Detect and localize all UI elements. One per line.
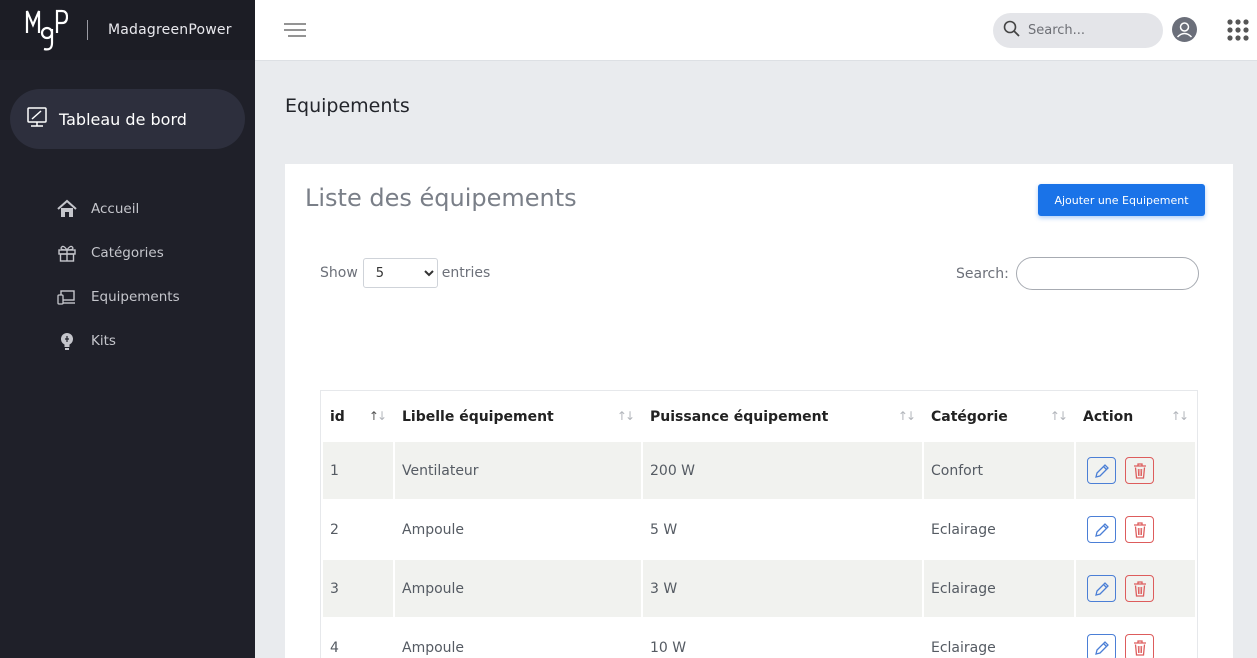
sidebar-item-accueil[interactable]: Accueil xyxy=(57,187,180,231)
cell-actions xyxy=(1076,442,1195,499)
column-header-id[interactable]: id ↑↓ xyxy=(323,393,393,440)
brand-name: MadagreenPower xyxy=(108,22,232,38)
search-icon xyxy=(1003,20,1020,41)
cell-puissance: 200 W xyxy=(643,442,922,499)
top-search-input[interactable] xyxy=(1028,23,1153,38)
cell-categorie: Eclairage xyxy=(924,501,1074,558)
sidebar-item-label: Kits xyxy=(91,333,116,349)
cell-id: 4 xyxy=(323,619,393,658)
sidebar-item-label: Catégories xyxy=(91,245,164,261)
column-header-categorie[interactable]: Catégorie ↑↓ xyxy=(924,393,1074,440)
brand-divider xyxy=(87,20,88,40)
page-size-select[interactable]: 5 xyxy=(362,258,438,288)
card-title: Liste des équipements xyxy=(305,184,577,212)
home-icon xyxy=(57,199,77,219)
topbar xyxy=(255,0,1257,61)
pencil-icon xyxy=(1094,463,1109,478)
table-header-row: id ↑↓ Libelle équipement ↑↓ Puissance équi… xyxy=(323,393,1195,440)
mgp-logo[interactable] xyxy=(24,5,68,55)
sidebar: MadagreenPower Tableau de bord Accueil C… xyxy=(0,0,255,658)
cell-categorie: Eclairage xyxy=(924,619,1074,658)
table-row: 2 Ampoule 5 W Eclairage xyxy=(323,501,1195,558)
cell-libelle: Ventilateur xyxy=(395,442,641,499)
sidebar-item-label: Accueil xyxy=(91,201,140,217)
table-row: 1 Ventilateur 200 W Confort xyxy=(323,442,1195,499)
show-label: Show xyxy=(320,265,358,281)
sidebar-nav: Accueil Catégories Equipements Kits xyxy=(57,187,180,363)
user-avatar-icon[interactable] xyxy=(1172,17,1197,42)
sort-icon: ↑↓ xyxy=(616,409,635,423)
delete-button[interactable] xyxy=(1125,575,1154,602)
equipment-table-wrap: id ↑↓ Libelle équipement ↑↓ Puissance équi… xyxy=(320,390,1198,658)
column-header-puissance[interactable]: Puissance équipement ↑↓ xyxy=(643,393,922,440)
cell-id: 1 xyxy=(323,442,393,499)
delete-button[interactable] xyxy=(1125,634,1154,658)
menu-toggle-icon[interactable] xyxy=(283,22,307,38)
table-search-label: Search: xyxy=(956,265,1009,282)
table-search-input[interactable] xyxy=(1015,257,1199,290)
cell-id: 3 xyxy=(323,560,393,617)
pencil-icon xyxy=(1094,522,1109,537)
cell-actions xyxy=(1076,501,1195,558)
trash-icon xyxy=(1133,639,1146,656)
edit-button[interactable] xyxy=(1087,516,1116,543)
equipment-list-card: Liste des équipements Ajouter une Equipe… xyxy=(285,164,1233,658)
pencil-icon xyxy=(1094,640,1109,655)
lightbulb-icon xyxy=(57,331,77,351)
trash-icon xyxy=(1133,580,1146,597)
sidebar-item-dashboard[interactable]: Tableau de bord xyxy=(10,89,245,149)
delete-button[interactable] xyxy=(1125,457,1154,484)
sidebar-item-categories[interactable]: Catégories xyxy=(57,231,180,275)
sort-icon: ↑↓ xyxy=(897,409,916,423)
delete-button[interactable] xyxy=(1125,516,1154,543)
cell-libelle: Ampoule xyxy=(395,560,641,617)
sort-asc-icon: ↑↓ xyxy=(368,409,387,423)
cell-libelle: Ampoule xyxy=(395,619,641,658)
sidebar-dashboard-label: Tableau de bord xyxy=(59,109,187,129)
pencil-icon xyxy=(1094,581,1109,596)
sort-icon: ↑↓ xyxy=(1049,409,1068,423)
cell-puissance: 3 W xyxy=(643,560,922,617)
apps-grid-icon[interactable] xyxy=(1227,19,1249,41)
cell-puissance: 10 W xyxy=(643,619,922,658)
column-header-action[interactable]: Action ↑↓ xyxy=(1076,393,1195,440)
devices-icon xyxy=(57,287,77,307)
sidebar-item-kits[interactable]: Kits xyxy=(57,319,180,363)
cell-puissance: 5 W xyxy=(643,501,922,558)
edit-button[interactable] xyxy=(1087,457,1116,484)
cell-categorie: Confort xyxy=(924,442,1074,499)
cell-actions xyxy=(1076,560,1195,617)
page-title: Equipements xyxy=(285,95,410,117)
edit-button[interactable] xyxy=(1087,575,1116,602)
brand: MadagreenPower xyxy=(0,0,255,60)
equipment-table: id ↑↓ Libelle équipement ↑↓ Puissance équi… xyxy=(320,390,1198,658)
sidebar-item-equipements[interactable]: Equipements xyxy=(57,275,180,319)
gift-icon xyxy=(57,243,77,263)
trash-icon xyxy=(1133,521,1146,538)
column-header-libelle[interactable]: Libelle équipement ↑↓ xyxy=(395,393,641,440)
cell-categorie: Eclairage xyxy=(924,560,1074,617)
add-equipment-button[interactable]: Ajouter une Equipement xyxy=(1038,184,1205,216)
top-search xyxy=(993,13,1163,48)
table-search: Search: xyxy=(956,257,1199,290)
monitor-icon xyxy=(26,106,48,132)
sort-icon: ↑↓ xyxy=(1170,409,1189,423)
cell-actions xyxy=(1076,619,1195,658)
table-row: 4 Ampoule 10 W Eclairage xyxy=(323,619,1195,658)
trash-icon xyxy=(1133,462,1146,479)
edit-button[interactable] xyxy=(1087,634,1116,658)
sidebar-item-label: Equipements xyxy=(91,289,180,305)
cell-id: 2 xyxy=(323,501,393,558)
table-row: 3 Ampoule 3 W Eclairage xyxy=(323,560,1195,617)
cell-libelle: Ampoule xyxy=(395,501,641,558)
page-size-control: Show 5 entries xyxy=(320,258,490,288)
entries-label: entries xyxy=(441,265,491,281)
